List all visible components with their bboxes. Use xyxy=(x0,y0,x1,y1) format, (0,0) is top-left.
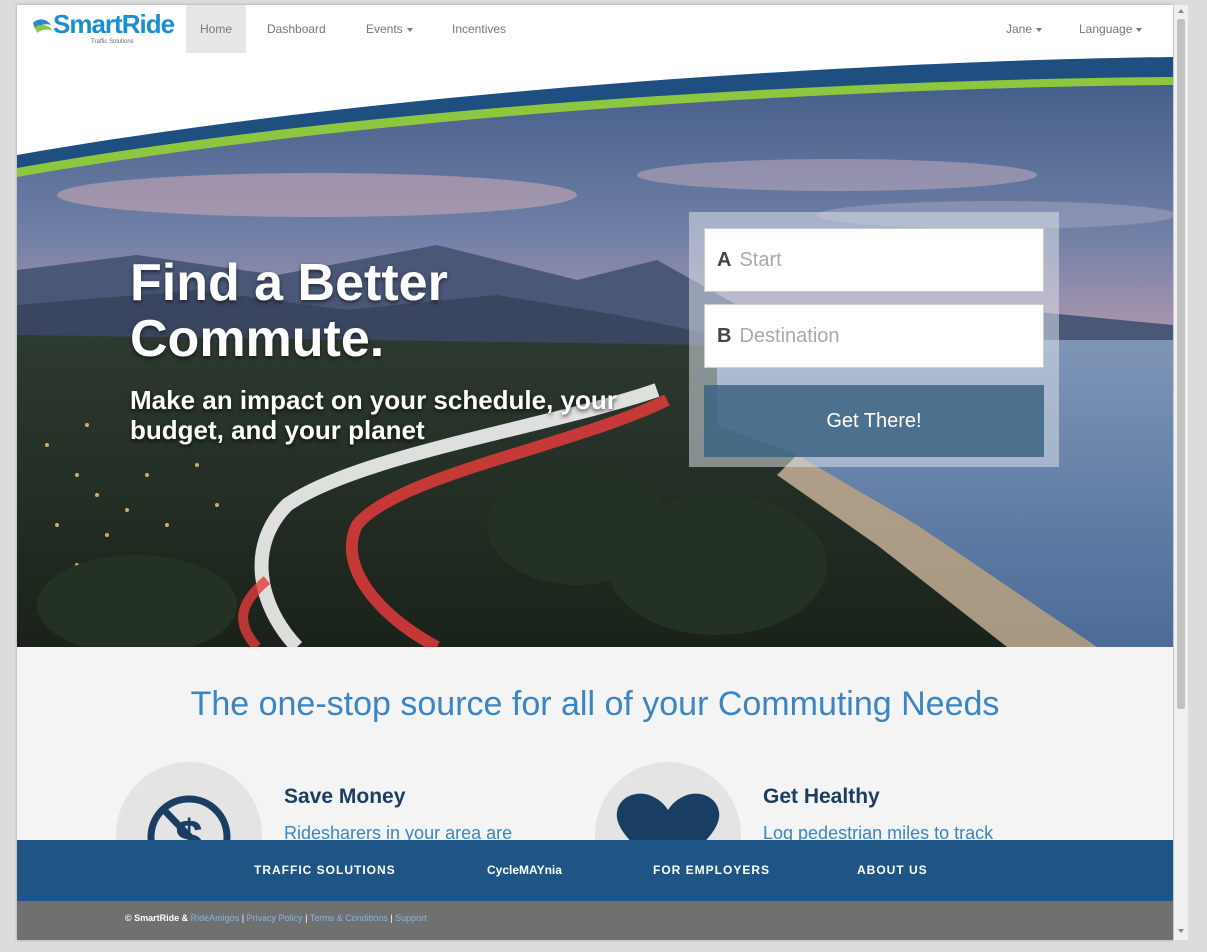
scroll-down-icon[interactable] xyxy=(1178,929,1184,933)
language-menu[interactable]: Language xyxy=(1065,5,1156,53)
footer-nav: TRAFFIC SOLUTIONS CycleMAYnia FOR EMPLOY… xyxy=(17,840,1173,901)
copyright-text: © SmartRide & xyxy=(125,913,189,923)
user-name: Jane xyxy=(1006,22,1033,36)
brand-name: SmartRide xyxy=(53,9,175,39)
scroll-up-icon[interactable] xyxy=(1178,9,1184,13)
browser-page: Find a Better Commute. Make an impact on… xyxy=(17,5,1173,940)
nav-dashboard-label: Dashboard xyxy=(267,22,326,36)
top-navbar: SmartRide Traffic Solutions Home Dashboa… xyxy=(17,5,1173,53)
nav-events[interactable]: Events xyxy=(352,5,427,53)
section-tagline: The one-stop source for all of your Comm… xyxy=(190,685,1000,723)
destination-field[interactable]: B xyxy=(704,304,1044,368)
start-input[interactable] xyxy=(739,248,1020,272)
footer-link-about-us[interactable]: ABOUT US xyxy=(857,840,928,901)
route-search-panel: A B Get There! xyxy=(689,212,1059,467)
chevron-down-icon xyxy=(406,27,413,32)
start-field[interactable]: A xyxy=(704,228,1044,292)
start-marker-label: A xyxy=(717,248,732,271)
feature-title-get-healthy: Get Healthy xyxy=(763,785,880,808)
chevron-down-icon xyxy=(1036,27,1043,32)
legal-link-support[interactable]: Support xyxy=(395,913,427,923)
footer-link-cyclemaynia[interactable]: CycleMAYnia xyxy=(487,840,562,901)
chevron-down-icon xyxy=(1136,27,1143,32)
hero-title: Find a Better Commute. xyxy=(130,254,448,368)
hero-banner: Find a Better Commute. Make an impact on… xyxy=(17,5,1173,647)
legal-link-terms[interactable]: Terms & Conditions xyxy=(310,913,388,923)
nav-incentives-label: Incentives xyxy=(452,22,507,36)
nav-home[interactable]: Home xyxy=(186,5,247,53)
nav-dashboard[interactable]: Dashboard xyxy=(253,5,340,53)
legal-footer-text: © SmartRide & RideAmigos | Privacy Polic… xyxy=(125,913,427,923)
page-scrollbar[interactable] xyxy=(1174,5,1188,940)
scrollbar-thumb[interactable] xyxy=(1177,19,1185,709)
language-label: Language xyxy=(1079,22,1133,36)
nav-incentives[interactable]: Incentives xyxy=(438,5,520,53)
brand-tagline: Traffic Solutions xyxy=(91,39,134,45)
hero-subtitle: Make an impact on your schedule, your bu… xyxy=(130,385,617,445)
destination-marker-label: B xyxy=(717,324,732,347)
nav-home-label: Home xyxy=(200,22,233,36)
get-there-button[interactable]: Get There! xyxy=(704,385,1044,457)
legal-link-privacy[interactable]: Privacy Policy xyxy=(247,913,303,923)
footer-link-traffic-solutions[interactable]: TRAFFIC SOLUTIONS xyxy=(254,840,396,901)
smartride-logo[interactable]: SmartRide Traffic Solutions xyxy=(29,9,179,49)
features-section: The one-stop source for all of your Comm… xyxy=(17,647,1173,908)
footer-link-for-employers[interactable]: FOR EMPLOYERS xyxy=(653,840,770,901)
feature-title-save-money: Save Money xyxy=(284,785,406,808)
nav-events-label: Events xyxy=(366,22,403,36)
user-menu[interactable]: Jane xyxy=(992,5,1056,53)
legal-link-rideamigos[interactable]: RideAmigos xyxy=(191,913,240,923)
legal-footer: © SmartRide & RideAmigos | Privacy Polic… xyxy=(17,901,1173,940)
destination-input[interactable] xyxy=(739,324,1020,348)
